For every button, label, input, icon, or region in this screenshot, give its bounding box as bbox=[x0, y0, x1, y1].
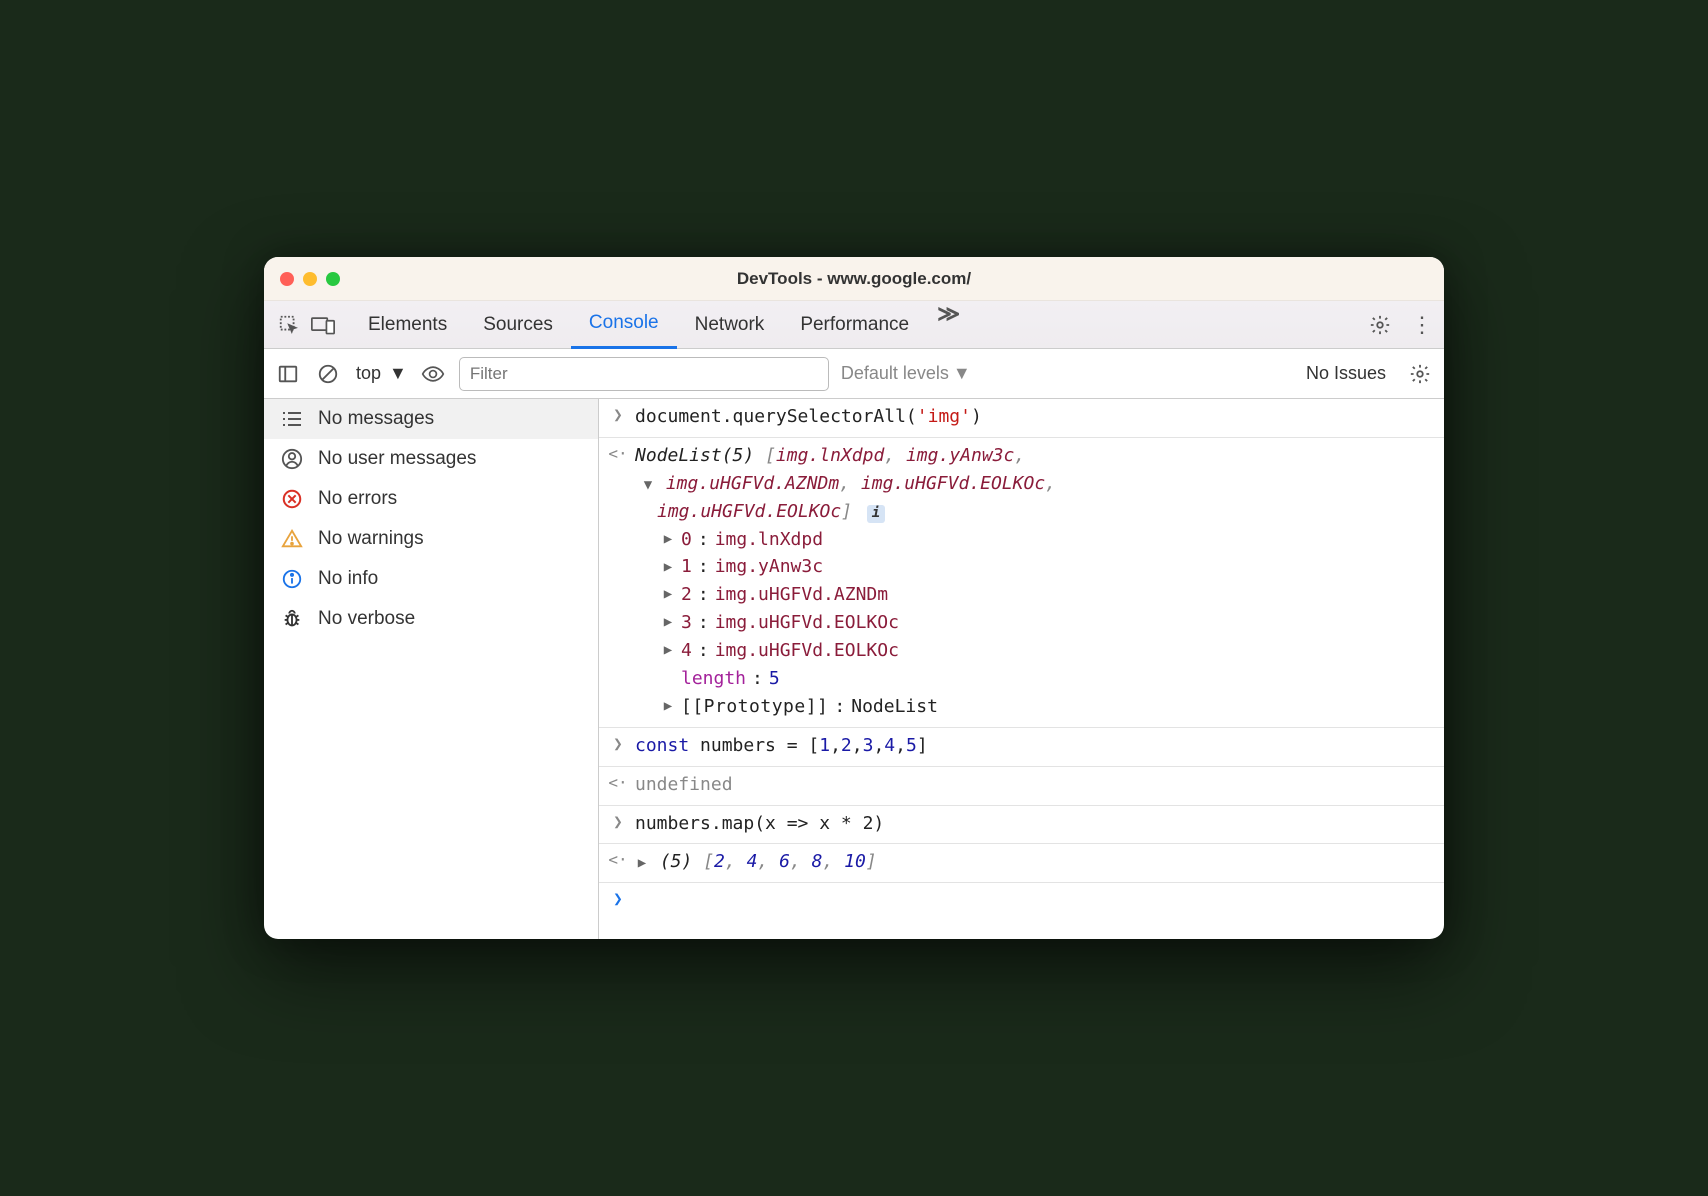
console-input-row[interactable]: ❯ const numbers = [1,2,3,4,5] bbox=[599, 728, 1444, 767]
expand-icon[interactable] bbox=[661, 529, 675, 551]
tab-performance[interactable]: Performance bbox=[782, 301, 927, 349]
settings-icon[interactable] bbox=[1366, 311, 1394, 339]
console-prompt-row[interactable]: ❯ bbox=[599, 883, 1444, 914]
context-selector[interactable]: top ▼ bbox=[354, 363, 407, 384]
info-icon bbox=[280, 567, 304, 591]
console-toolbar: top ▼ Default levels ▼ No Issues bbox=[264, 349, 1444, 399]
sidebar-item-label: No info bbox=[318, 568, 378, 590]
tab-console[interactable]: Console bbox=[571, 301, 677, 349]
sidebar-item-user-messages[interactable]: No user messages bbox=[264, 439, 598, 479]
sidebar-item-label: No user messages bbox=[318, 448, 476, 470]
sidebar-item-info[interactable]: No info bbox=[264, 559, 598, 599]
panel-tabs: Elements Sources Console Network Perform… bbox=[350, 301, 970, 349]
prompt-icon: ❯ bbox=[609, 732, 627, 753]
tabs-overflow-button[interactable]: ≫ bbox=[927, 301, 970, 349]
context-label: top bbox=[356, 363, 381, 384]
minimize-window-button[interactable] bbox=[303, 272, 317, 286]
inspect-element-icon[interactable] bbox=[272, 314, 306, 336]
close-window-button[interactable] bbox=[280, 272, 294, 286]
tree-length: length: 5 bbox=[661, 665, 1434, 693]
list-item: img.lnXdpd bbox=[776, 445, 884, 466]
levels-label: Default levels bbox=[841, 363, 949, 384]
sidebar-item-messages[interactable]: No messages bbox=[264, 399, 598, 439]
list-item: img.yAnw3c bbox=[906, 445, 1014, 466]
expand-icon[interactable] bbox=[635, 853, 649, 875]
tab-elements[interactable]: Elements bbox=[350, 301, 465, 349]
live-expression-icon[interactable] bbox=[419, 360, 447, 388]
code-text: numbers.map(x => x * 2) bbox=[635, 810, 1434, 838]
list-icon bbox=[280, 407, 304, 431]
window-title: DevTools - www.google.com/ bbox=[264, 269, 1444, 289]
prompt-icon: ❯ bbox=[609, 810, 627, 831]
tab-sources[interactable]: Sources bbox=[465, 301, 571, 349]
dropdown-icon: ▼ bbox=[953, 363, 971, 384]
code-string: 'img' bbox=[917, 406, 971, 427]
console-input-row[interactable]: ❯ numbers.map(x => x * 2) bbox=[599, 806, 1444, 845]
result-icon: <· bbox=[609, 848, 627, 869]
more-icon[interactable]: ⋮ bbox=[1408, 311, 1436, 339]
tree-entry[interactable]: 0: img.lnXdpd bbox=[661, 526, 1434, 554]
keyword: const bbox=[635, 735, 689, 756]
sidebar-item-verbose[interactable]: No verbose bbox=[264, 599, 598, 639]
list-item: img.uHGFVd.EOLKOc bbox=[657, 501, 841, 522]
sidebar-item-label: No verbose bbox=[318, 608, 415, 630]
list-item: img.uHGFVd.AZNDm bbox=[666, 473, 839, 494]
bug-icon bbox=[280, 607, 304, 631]
dropdown-icon: ▼ bbox=[389, 363, 407, 384]
sidebar-item-errors[interactable]: No errors bbox=[264, 479, 598, 519]
titlebar: DevTools - www.google.com/ bbox=[264, 257, 1444, 301]
console-output: ❯ document.querySelectorAll('img') <· No… bbox=[599, 399, 1444, 939]
tree-prototype[interactable]: [[Prototype]]: NodeList bbox=[661, 693, 1434, 721]
console-input-row[interactable]: ❯ document.querySelectorAll('img') bbox=[599, 399, 1444, 438]
tree-entry[interactable]: 3: img.uHGFVd.EOLKOc bbox=[661, 609, 1434, 637]
nodelist-head: NodeList(5) bbox=[635, 445, 754, 466]
tree-entry[interactable]: 2: img.uHGFVd.AZNDm bbox=[661, 581, 1434, 609]
error-icon bbox=[280, 487, 304, 511]
device-mode-icon[interactable] bbox=[306, 315, 340, 335]
console-output-row: <· undefined bbox=[599, 767, 1444, 806]
expand-icon[interactable] bbox=[661, 557, 675, 579]
zoom-window-button[interactable] bbox=[326, 272, 340, 286]
tree-entry[interactable]: 1: img.yAnw3c bbox=[661, 553, 1434, 581]
tree-entry[interactable]: 4: img.uHGFVd.EOLKOc bbox=[661, 637, 1434, 665]
expand-toggle[interactable] bbox=[641, 475, 655, 497]
list-item: img.uHGFVd.EOLKOc bbox=[861, 473, 1045, 494]
tab-network[interactable]: Network bbox=[677, 301, 783, 349]
result-icon: <· bbox=[609, 442, 627, 463]
sidebar-item-warnings[interactable]: No warnings bbox=[264, 519, 598, 559]
prompt-icon: ❯ bbox=[609, 887, 627, 908]
sidebar-item-label: No errors bbox=[318, 488, 397, 510]
issues-indicator[interactable]: No Issues bbox=[1306, 363, 1386, 384]
prompt-icon: ❯ bbox=[609, 403, 627, 424]
array-count: (5) bbox=[660, 851, 693, 872]
log-levels-dropdown[interactable]: Default levels ▼ bbox=[841, 363, 971, 384]
sidebar-item-label: No warnings bbox=[318, 528, 424, 550]
expand-icon[interactable] bbox=[661, 640, 675, 662]
result-icon: <· bbox=[609, 771, 627, 792]
undefined-result: undefined bbox=[635, 771, 1434, 799]
filter-input[interactable] bbox=[459, 357, 829, 391]
main-tab-strip: Elements Sources Console Network Perform… bbox=[264, 301, 1444, 349]
user-icon bbox=[280, 447, 304, 471]
warning-icon bbox=[280, 527, 304, 551]
nodelist-tree: 0: img.lnXdpd 1: img.yAnw3c 2: img.uHGFV… bbox=[635, 526, 1434, 721]
console-content: No messages No user messages No errors N… bbox=[264, 399, 1444, 939]
console-settings-icon[interactable] bbox=[1406, 360, 1434, 388]
expand-icon[interactable] bbox=[661, 612, 675, 634]
clear-console-icon[interactable] bbox=[314, 360, 342, 388]
code-text: document.querySelectorAll( bbox=[635, 406, 917, 427]
code-text: ) bbox=[971, 406, 982, 427]
console-output-row[interactable]: <· (5) [2, 4, 6, 8, 10] bbox=[599, 844, 1444, 883]
devtools-window: DevTools - www.google.com/ Elements Sour… bbox=[264, 257, 1444, 939]
expand-icon[interactable] bbox=[661, 696, 675, 718]
info-badge-icon[interactable]: i bbox=[867, 505, 885, 523]
toggle-sidebar-icon[interactable] bbox=[274, 360, 302, 388]
console-output-row[interactable]: <· NodeList(5) [img.lnXdpd, img.yAnw3c, … bbox=[599, 438, 1444, 728]
sidebar-item-label: No messages bbox=[318, 408, 434, 430]
console-sidebar: No messages No user messages No errors N… bbox=[264, 399, 599, 939]
expand-icon[interactable] bbox=[661, 584, 675, 606]
window-controls bbox=[280, 272, 340, 286]
